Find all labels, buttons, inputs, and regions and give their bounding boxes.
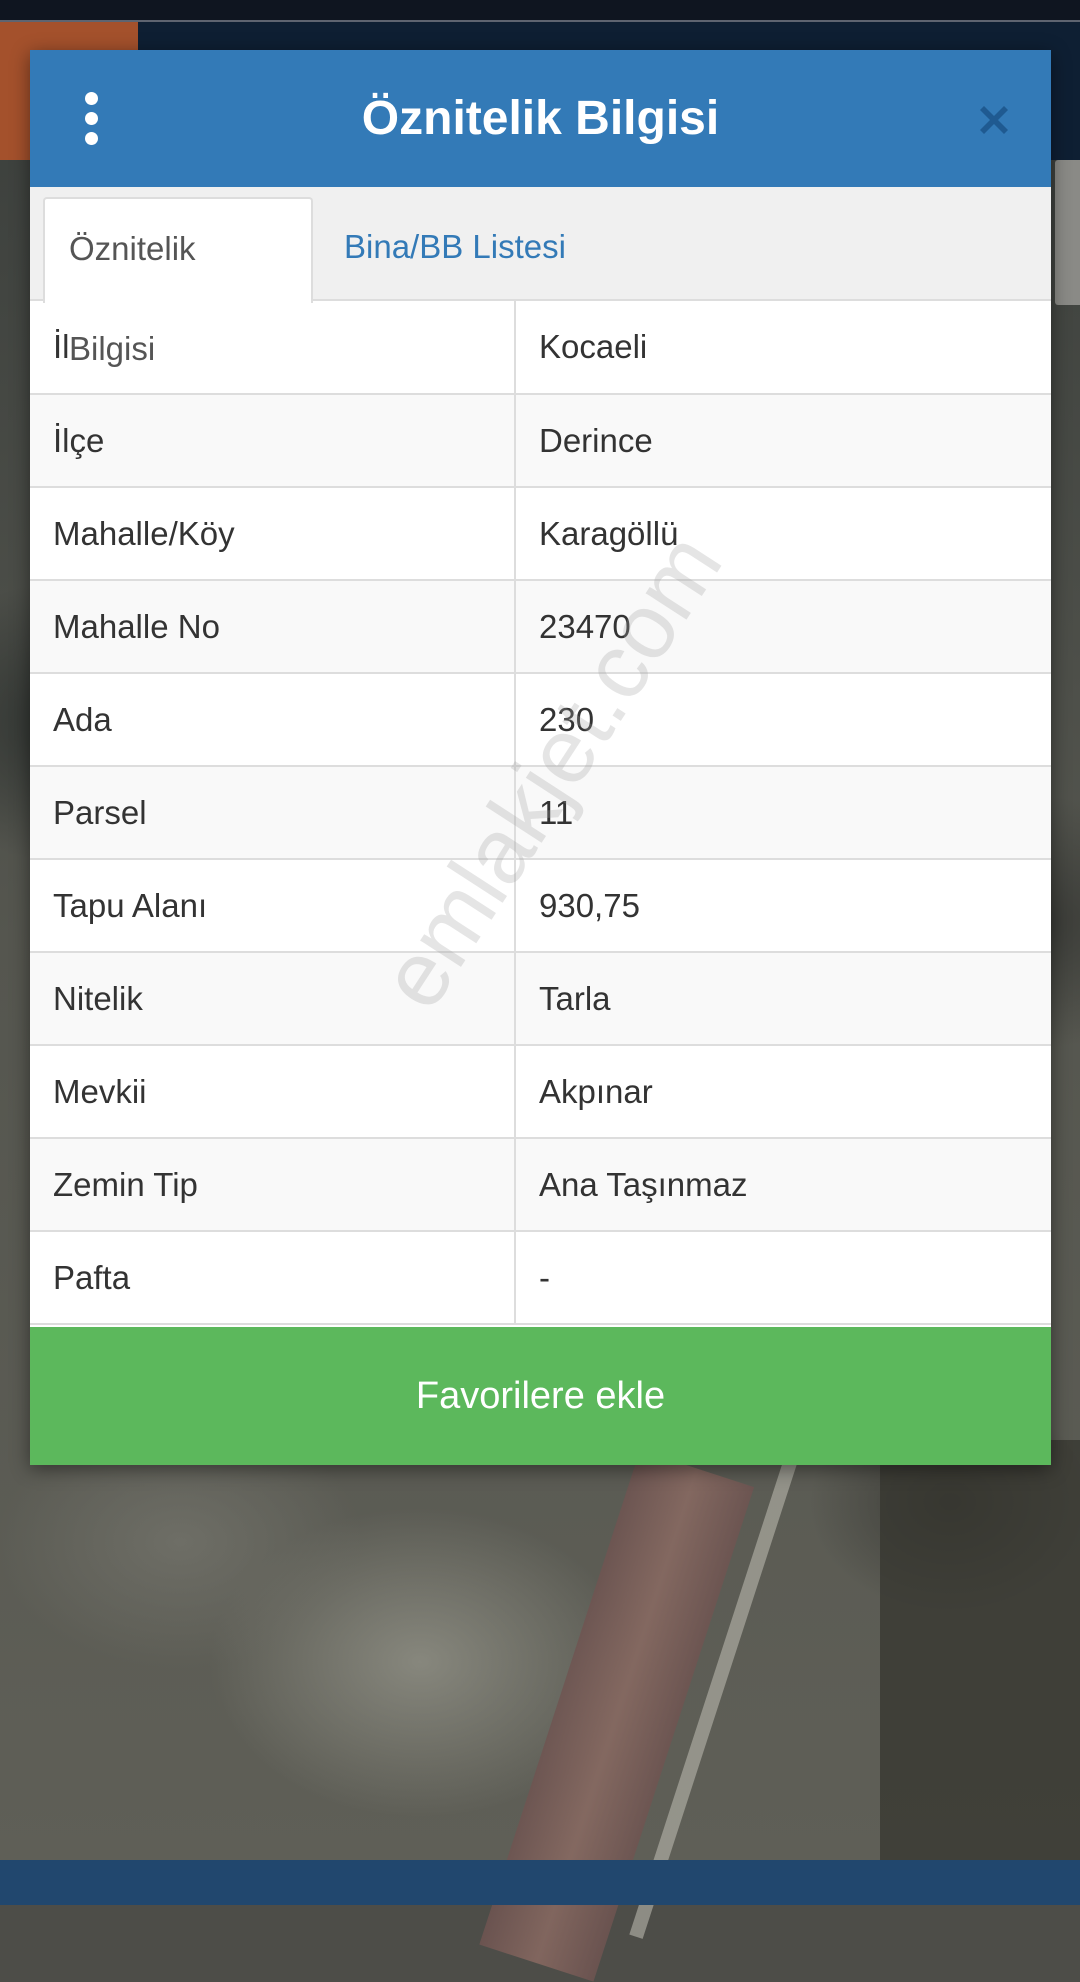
attribute-value: Derince [514, 393, 1051, 488]
attribute-info-modal: Öznitelik Bilgisi Öznitelik Bilgisi Bina… [30, 50, 1051, 1465]
attribute-value: 23470 [514, 579, 1051, 674]
table-row: Nitelik Tarla [30, 951, 1051, 1046]
attribute-key: Zemin Tip [30, 1137, 516, 1232]
table-row: Zemin Tip Ana Taşınmaz [30, 1137, 1051, 1232]
attribute-key: Nitelik [30, 951, 516, 1046]
attribute-key: Parsel [30, 765, 516, 860]
table-row: Tapu Alanı 930,75 [30, 858, 1051, 953]
attribute-key: Tapu Alanı [30, 858, 516, 953]
tab-attribute-info[interactable]: Öznitelik Bilgisi [43, 197, 313, 367]
attribute-value: Tarla [514, 951, 1051, 1046]
vertical-dots-icon[interactable] [82, 92, 102, 146]
tab-bar: Öznitelik Bilgisi Bina/BB Listesi [30, 187, 1051, 367]
tab-building-list[interactable]: Bina/BB Listesi [320, 197, 590, 301]
table-row: Mahalle/Köy Karagöllü [30, 486, 1051, 581]
table-row: İl Kocaeli [30, 301, 1051, 395]
attribute-key: İl [30, 301, 516, 395]
attribute-value: Karagöllü [514, 486, 1051, 581]
map-scroll-handle[interactable] [1055, 160, 1080, 305]
attribute-key: Mahalle/Köy [30, 486, 516, 581]
modal-title: Öznitelik Bilgisi [361, 92, 720, 145]
bottom-bar [0, 1860, 1080, 1905]
table-row: Mevkii Akpınar [30, 1044, 1051, 1139]
add-to-favorites-button[interactable]: Favorilere ekle [30, 1327, 1051, 1465]
attribute-key: Mevkii [30, 1044, 516, 1139]
attribute-value: - [514, 1230, 1051, 1325]
table-row: Mahalle No 23470 [30, 579, 1051, 674]
attribute-key: Ada [30, 672, 516, 767]
table-row: Ada 230 [30, 672, 1051, 767]
table-row: İlçe Derince [30, 393, 1051, 488]
status-bar [0, 0, 1080, 22]
close-icon[interactable] [974, 100, 1014, 140]
attribute-value: 930,75 [514, 858, 1051, 953]
modal-header: Öznitelik Bilgisi [30, 50, 1051, 187]
table-row: Pafta - [30, 1230, 1051, 1325]
attribute-value: 230 [514, 672, 1051, 767]
attribute-key: İlçe [30, 393, 516, 488]
attribute-value: Ana Taşınmaz [514, 1137, 1051, 1232]
attribute-value: Akpınar [514, 1044, 1051, 1139]
table-row: Parsel 11 [30, 765, 1051, 860]
attribute-table: İl Kocaeli İlçe Derince Mahalle/Köy Karagöllü… [30, 301, 1051, 1325]
attribute-key: Mahalle No [30, 579, 516, 674]
attribute-value: 11 [514, 765, 1051, 860]
attribute-value: Kocaeli [514, 301, 1051, 395]
map-dark-area [880, 1440, 1080, 1860]
attribute-key: Pafta [30, 1230, 516, 1325]
